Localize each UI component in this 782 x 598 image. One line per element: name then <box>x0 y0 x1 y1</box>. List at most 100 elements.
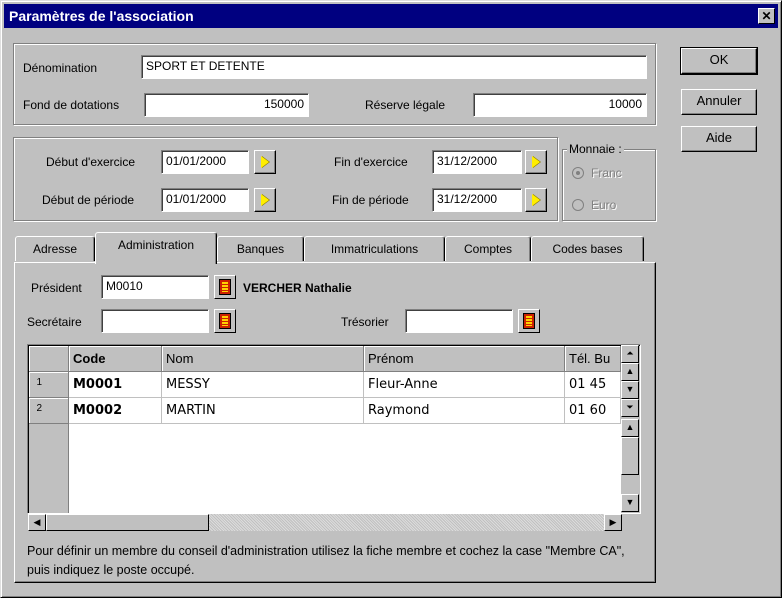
book-icon <box>219 279 231 295</box>
yellow-arrow-icon <box>532 194 540 206</box>
page-up-button[interactable]: ▲ <box>621 363 639 381</box>
tab-banques-label: Banques <box>236 242 285 256</box>
secretaire-lookup-button[interactable] <box>214 309 236 333</box>
tresorier-lookup-button[interactable] <box>518 309 540 333</box>
column-header-tel[interactable]: Tél. Bu <box>565 346 621 372</box>
row-header-empty <box>29 424 69 513</box>
row-number[interactable]: 1 <box>29 372 69 398</box>
table-cell-tel[interactable]: 01 45 <box>565 372 621 398</box>
dialog-window: Paramètres de l'association ✕ OK Annuler… <box>0 0 782 598</box>
ok-button[interactable]: OK <box>680 47 758 75</box>
debut-exercice-label: Début d'exercice <box>46 155 136 169</box>
column-header-nom[interactable]: Nom <box>162 346 364 372</box>
fin-exercice-picker-button[interactable] <box>525 150 547 174</box>
debut-exercice-picker-button[interactable] <box>254 150 276 174</box>
tab-comptes[interactable]: Comptes <box>445 236 531 261</box>
scroll-thumb[interactable] <box>621 437 639 475</box>
scroll-down-arrow[interactable]: ▼ <box>621 494 639 512</box>
tab-codes-bases-label: Codes bases <box>552 242 623 256</box>
identity-group: Dénomination SPORT ET DETENTE Fond de do… <box>13 43 656 125</box>
tab-adresse-label: Adresse <box>32 242 78 256</box>
double-up-arrow-icon: ⏶ <box>626 348 634 358</box>
page-down-button[interactable]: ▼ <box>621 381 639 399</box>
book-icon <box>523 313 535 329</box>
fin-periode-picker-button[interactable] <box>525 188 547 212</box>
denomination-label: Dénomination <box>23 61 98 75</box>
table-cell-code[interactable]: M0002 <box>69 398 162 424</box>
debut-periode-label: Début de période <box>42 193 135 207</box>
column-header-code[interactable]: Code <box>69 346 162 372</box>
right-arrow-icon: ▶ <box>609 517 617 527</box>
row-number[interactable]: 2 <box>29 398 69 424</box>
help-note: Pour définir un membre du conseil d'admi… <box>27 544 625 577</box>
secretaire-field[interactable] <box>101 309 209 333</box>
close-icon: ✕ <box>761 9 772 23</box>
radio-euro-label: Euro <box>591 198 617 212</box>
left-arrow-icon: ◀ <box>33 517 41 527</box>
cancel-button[interactable]: Annuler <box>681 89 757 115</box>
tab-adresse[interactable]: Adresse <box>15 236 95 261</box>
currency-label: Monnaie : <box>567 142 624 156</box>
president-lookup-button[interactable] <box>214 275 236 299</box>
radio-euro[interactable] <box>572 199 584 211</box>
book-icon <box>219 313 231 329</box>
president-label: Président <box>31 281 82 295</box>
table-vertical-scrollbar[interactable]: ⏶ ▲ ▼ ⏷ ▲ ▼ <box>621 345 639 512</box>
scroll-thumb-horizontal[interactable] <box>46 514 209 531</box>
denomination-field[interactable]: SPORT ET DETENTE <box>141 55 647 79</box>
tab-banques[interactable]: Banques <box>217 236 304 261</box>
column-header-prenom[interactable]: Prénom <box>364 346 565 372</box>
fin-periode-label: Fin de période <box>332 193 409 207</box>
yellow-arrow-icon <box>261 194 269 206</box>
table-cell-prenom[interactable]: Raymond <box>364 398 565 424</box>
tresorier-field[interactable] <box>405 309 513 333</box>
help-button[interactable]: Aide <box>681 126 757 152</box>
yellow-arrow-icon <box>532 156 540 168</box>
table-horizontal-scrollbar[interactable]: ◀ ▶ <box>28 514 622 531</box>
table-cell-code[interactable]: M0001 <box>69 372 162 398</box>
fin-exercice-label: Fin d'exercice <box>334 155 408 169</box>
scroll-right-arrow[interactable]: ▶ <box>604 514 622 531</box>
window-title: Paramètres de l'association <box>9 8 194 24</box>
tab-administration-label: Administration <box>117 238 195 252</box>
table-cell-prenom[interactable]: Fleur-Anne <box>364 372 565 398</box>
table-cell-tel[interactable]: 01 60 <box>565 398 621 424</box>
table-empty-area[interactable] <box>69 424 621 513</box>
president-name: VERCHER Nathalie <box>243 281 352 295</box>
fin-exercice-field[interactable]: 31/12/2000 <box>432 150 522 174</box>
fond-dotations-label: Fond de dotations <box>23 98 120 112</box>
debut-periode-field[interactable]: 01/01/2000 <box>161 188 249 212</box>
scroll-left-arrow[interactable]: ◀ <box>28 514 46 531</box>
president-field[interactable]: M0010 <box>101 275 209 299</box>
row-header-corner <box>29 346 69 372</box>
tab-administration[interactable]: Administration <box>95 232 217 264</box>
reserve-legale-field[interactable]: 10000 <box>473 93 647 117</box>
up-arrow-icon: ▲ <box>625 422 635 432</box>
up-arrow-icon: ▲ <box>625 366 635 376</box>
table-cell-nom[interactable]: MESSY <box>162 372 364 398</box>
down-arrow-icon: ▼ <box>625 384 635 394</box>
members-table[interactable]: Code Nom Prénom Tél. Bu 1 M0001 MESSY Fl… <box>27 344 641 514</box>
fin-periode-field[interactable]: 31/12/2000 <box>432 188 522 212</box>
close-button[interactable]: ✕ <box>758 8 775 24</box>
tab-immatriculations[interactable]: Immatriculations <box>304 236 445 261</box>
yellow-arrow-icon <box>261 156 269 168</box>
debut-periode-picker-button[interactable] <box>254 188 276 212</box>
tab-codes-bases[interactable]: Codes bases <box>531 236 644 261</box>
fond-dotations-field[interactable]: 150000 <box>144 93 309 117</box>
debut-exercice-field[interactable]: 01/01/2000 <box>161 150 249 174</box>
radio-franc[interactable] <box>572 167 584 179</box>
tresorier-label: Trésorier <box>341 315 389 329</box>
radio-franc-label: Franc <box>591 166 622 180</box>
periods-group: Début d'exercice 01/01/2000 Fin d'exerci… <box>13 137 558 221</box>
scroll-bottom-button[interactable]: ⏷ <box>621 399 639 417</box>
down-arrow-icon: ▼ <box>625 497 635 507</box>
scroll-up-arrow[interactable]: ▲ <box>621 419 639 437</box>
table-cell-nom[interactable]: MARTIN <box>162 398 364 424</box>
secretaire-label: Secrétaire <box>27 315 82 329</box>
title-bar: Paramètres de l'association ✕ <box>4 4 778 28</box>
reserve-legale-label: Réserve légale <box>365 98 446 112</box>
scroll-top-button[interactable]: ⏶ <box>621 345 639 363</box>
tab-comptes-label: Comptes <box>463 242 513 256</box>
tab-immatriculations-label: Immatriculations <box>330 242 419 256</box>
